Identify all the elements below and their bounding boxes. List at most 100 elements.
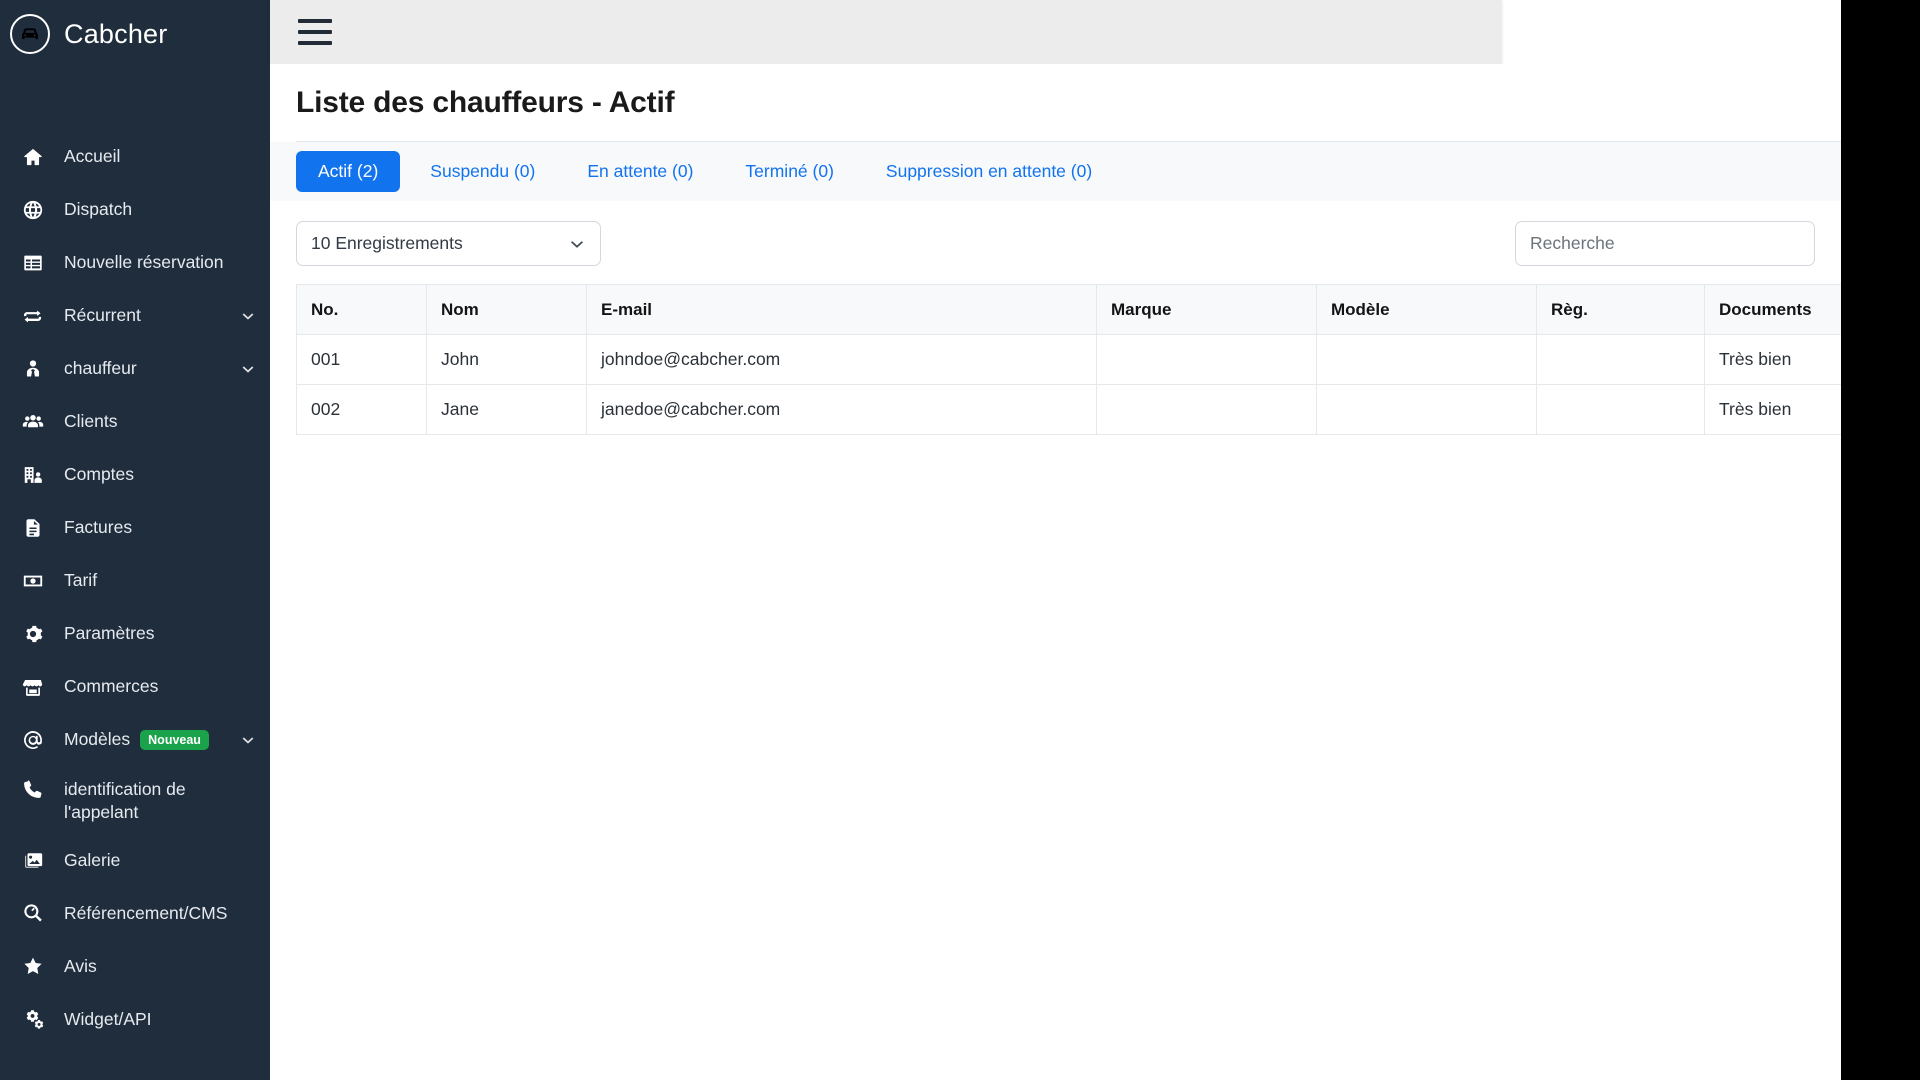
app-viewport: Cabcher Accueil Dispatch Nouvelle réserv… [0, 0, 1841, 1080]
sidebar-item-label: identification de l'appelant [64, 779, 186, 822]
cell-nom: Jane [426, 384, 587, 435]
sidebar-item-galerie[interactable]: Galerie [0, 834, 270, 887]
chevron-down-icon[interactable] [240, 361, 256, 377]
col-header-documents[interactable]: Documents [1704, 284, 1841, 335]
top-bar [270, 0, 1502, 64]
tab-suspendu[interactable]: Suspendu (0) [408, 151, 557, 192]
sidebar: Cabcher Accueil Dispatch Nouvelle réserv… [0, 0, 270, 1080]
table-toolbar: 10 Enregistrements [270, 201, 1841, 284]
sidebar-item-commerces[interactable]: Commerces [0, 660, 270, 713]
cell-documents[interactable]: Très bien [1704, 384, 1841, 435]
sidebar-item-identification-appelant[interactable]: identification de l'appelant [0, 766, 270, 834]
store-icon [20, 676, 46, 698]
sidebar-nav: Accueil Dispatch Nouvelle réservation Ré… [0, 130, 270, 1046]
tab-termine[interactable]: Terminé (0) [723, 151, 856, 192]
sidebar-item-parametres[interactable]: Paramètres [0, 607, 270, 660]
sidebar-item-label: Widget/API [64, 1008, 152, 1029]
sidebar-item-tarif[interactable]: Tarif [0, 554, 270, 607]
cell-email: johndoe@cabcher.com [586, 334, 1097, 385]
brand-name: Cabcher [64, 18, 168, 49]
chevron-down-icon[interactable] [240, 732, 256, 748]
building-user-icon [20, 464, 46, 486]
phone-icon [20, 778, 46, 800]
drivers-table-container: No. Nom E-mail Marque Modèle Règ. Docume… [270, 284, 1841, 435]
cell-marque [1096, 334, 1317, 385]
col-header-reg[interactable]: Règ. [1536, 284, 1705, 335]
gear-icon [20, 623, 46, 645]
brand-header[interactable]: Cabcher [0, 0, 270, 68]
cogs-icon [20, 1008, 46, 1030]
offscreen-gutter [1841, 0, 1920, 1080]
sidebar-item-label: Dispatch [64, 199, 133, 220]
drivers-table: No. Nom E-mail Marque Modèle Règ. Docume… [296, 284, 1841, 435]
sidebar-item-label: Factures [64, 517, 133, 538]
sidebar-item-label: Tarif [64, 570, 98, 591]
hamburger-bar [298, 41, 332, 45]
sidebar-item-label: Clients [64, 411, 118, 432]
cell-modele [1316, 334, 1537, 385]
hamburger-bar [298, 19, 332, 23]
main-content: Liste des chauffeurs - Actif Actif (2) S… [270, 64, 1841, 1080]
col-header-modele[interactable]: Modèle [1316, 284, 1537, 335]
sidebar-item-recurrent[interactable]: Récurrent [0, 289, 270, 342]
cell-no: 001 [296, 334, 427, 385]
cell-documents[interactable]: Très bien [1704, 334, 1841, 385]
sidebar-item-label: Comptes [64, 464, 135, 485]
sidebar-item-label: Référencement/CMS [64, 902, 228, 923]
sidebar-item-label: Accueil [64, 146, 121, 167]
hamburger-bar [298, 30, 332, 34]
chevron-down-icon[interactable] [240, 308, 256, 324]
cell-reg [1536, 384, 1705, 435]
table-body: 001 John johndoe@cabcher.com Très bien 0… [296, 334, 1841, 435]
table-row[interactable]: 002 Jane janedoe@cabcher.com Très bien [296, 384, 1841, 435]
taxi-car-icon [10, 14, 50, 54]
table-icon [20, 252, 46, 274]
at-sign-icon [20, 729, 46, 751]
page-title: Liste des chauffeurs - Actif [296, 86, 675, 119]
col-header-marque[interactable]: Marque [1096, 284, 1317, 335]
star-icon [20, 955, 46, 977]
sidebar-item-avis[interactable]: Avis [0, 940, 270, 993]
sidebar-item-label: Nouvelle réservation [64, 252, 224, 273]
sidebar-item-label: Modèles [64, 729, 131, 750]
sidebar-item-modeles[interactable]: Modèles Nouveau [0, 713, 270, 766]
cell-nom: John [426, 334, 587, 385]
cell-reg [1536, 334, 1705, 385]
table-header-row: No. Nom E-mail Marque Modèle Règ. Docume… [296, 284, 1841, 335]
cell-email: janedoe@cabcher.com [586, 384, 1097, 435]
sidebar-item-label: Galerie [64, 849, 121, 870]
sidebar-item-dispatch[interactable]: Dispatch [0, 183, 270, 236]
tab-en-attente[interactable]: En attente (0) [565, 151, 715, 192]
sidebar-item-chauffeur[interactable]: chauffeur [0, 342, 270, 395]
repeat-icon [20, 305, 46, 327]
users-icon [20, 411, 46, 433]
home-icon [20, 146, 46, 168]
col-header-no[interactable]: No. [296, 284, 427, 335]
sidebar-item-widget-api[interactable]: Widget/API [0, 993, 270, 1046]
driver-tie-icon [20, 358, 46, 380]
sidebar-item-accueil[interactable]: Accueil [0, 130, 270, 183]
sidebar-item-comptes[interactable]: Comptes [0, 448, 270, 501]
records-per-page-select[interactable]: 10 Enregistrements [296, 221, 601, 266]
search-magnifier-icon [20, 902, 46, 924]
image-icon [20, 849, 46, 871]
cell-no: 002 [296, 384, 427, 435]
table-row[interactable]: 001 John johndoe@cabcher.com Très bien [296, 334, 1841, 385]
sidebar-item-referencement-cms[interactable]: Référencement/CMS [0, 887, 270, 940]
sidebar-item-label: Paramètres [64, 623, 155, 644]
tab-suppression-en-attente[interactable]: Suppression en attente (0) [864, 151, 1114, 192]
sidebar-item-nouvelle-reservation[interactable]: Nouvelle réservation [0, 236, 270, 289]
sidebar-item-factures[interactable]: Factures [0, 501, 270, 554]
cell-marque [1096, 384, 1317, 435]
col-header-nom[interactable]: Nom [426, 284, 587, 335]
status-badge: Nouveau [140, 729, 209, 750]
invoice-file-icon [20, 517, 46, 539]
cell-modele [1316, 384, 1537, 435]
status-tabs: Actif (2) Suspendu (0) En attente (0) Te… [270, 142, 1841, 201]
sidebar-item-label: Récurrent [64, 305, 141, 326]
tab-actif[interactable]: Actif (2) [296, 151, 401, 192]
search-input[interactable] [1515, 221, 1815, 266]
sidebar-item-clients[interactable]: Clients [0, 395, 270, 448]
col-header-email[interactable]: E-mail [586, 284, 1097, 335]
hamburger-icon[interactable] [298, 16, 334, 48]
